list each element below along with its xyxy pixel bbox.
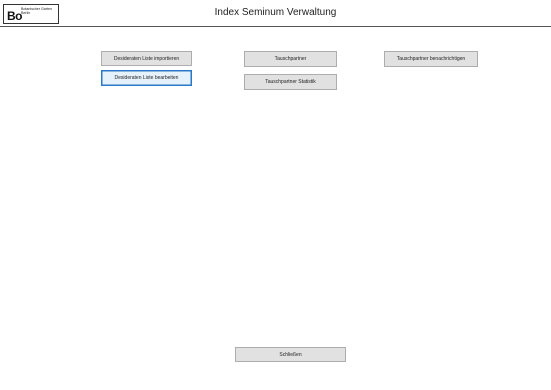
app-title: Index Seminum Verwaltung [214,7,337,18]
header-divider [0,26,551,27]
import-desiderata-button[interactable]: Desideraten Liste importieren [101,51,192,66]
edit-desiderata-button[interactable]: Desideraten Liste bearbeiten [101,70,192,86]
header: Bo Botanischer Garten Berlin Index Semin… [0,0,551,27]
exchange-partner-statistics-button[interactable]: Tauschpartner Statistik [244,74,337,90]
close-button[interactable]: Schließen [235,347,346,362]
notify-exchange-partners-button[interactable]: Tauschpartner benachrichtigen [384,51,478,67]
exchange-partners-button[interactable]: Tauschpartner [244,51,337,67]
